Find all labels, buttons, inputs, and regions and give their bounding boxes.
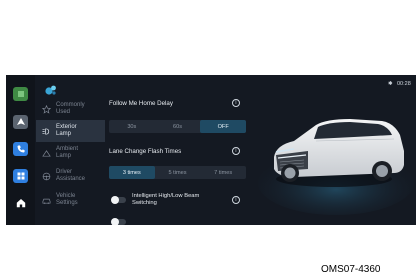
headlamp-icon — [36, 127, 56, 136]
info-icon[interactable]: i — [232, 196, 240, 204]
follow-me-home-selector: 30s 60s OFF — [109, 120, 247, 133]
info-icon[interactable]: i — [232, 147, 240, 155]
sidebar-item-ambient-lamp[interactable]: Ambient Lamp — [36, 142, 105, 164]
apps-grid-icon[interactable] — [13, 169, 28, 183]
sidebar-item-exterior-lamp[interactable]: Exterior Lamp — [36, 120, 105, 142]
phone-icon[interactable] — [13, 142, 28, 156]
steering-wheel-icon — [36, 172, 56, 181]
sidebar-item-commonly-used[interactable]: Commonly Used — [36, 98, 105, 120]
option-30s[interactable]: 30s — [109, 120, 155, 133]
high-low-beam-label: Intelligent High/Low Beam Switching — [132, 193, 200, 206]
sidebar-item-label: Vehicle Settings — [56, 193, 78, 206]
sidebar-item-label: Commonly Used — [56, 102, 85, 115]
vehicle-image — [254, 95, 416, 225]
star-icon — [36, 104, 56, 114]
option-off[interactable]: OFF — [200, 120, 247, 133]
bluetooth-icon: ✱ — [388, 81, 393, 87]
navigation-icon[interactable] — [13, 115, 28, 129]
page: Commonly Used Exterior Lamp Ambient Lamp Dr… — [0, 0, 416, 279]
sidebar-item-label: Driver Assistance — [56, 169, 86, 182]
infotainment-screen: Commonly Used Exterior Lamp Ambient Lamp Dr… — [6, 75, 416, 225]
ambient-light-icon — [36, 149, 56, 158]
sidebar-item-vehicle-settings[interactable]: Vehicle Settings — [36, 189, 105, 211]
clock-time: 00:28 — [397, 81, 411, 87]
lane-change-selector: 3 times 5 times 7 times — [109, 166, 246, 179]
system-dock — [6, 75, 35, 225]
toggle-knob — [111, 218, 119, 225]
toggle-knob — [111, 196, 119, 204]
option-60s[interactable]: 60s — [155, 120, 201, 133]
car-icon — [36, 196, 56, 205]
sidebar-item-label: Exterior Lamp — [56, 124, 77, 137]
next-setting-toggle[interactable] — [111, 218, 126, 225]
option-7-times[interactable]: 7 times — [200, 166, 246, 179]
figure-code: OMS07-4360 — [321, 264, 381, 275]
follow-me-home-title: Follow Me Home Delay — [109, 100, 173, 107]
sidebar-item-driver-assistance[interactable]: Driver Assistance — [36, 165, 105, 187]
option-3-times[interactable]: 3 times — [109, 166, 155, 179]
home-screen-icon[interactable] — [13, 87, 28, 101]
app-logo — [44, 81, 58, 95]
high-low-beam-toggle[interactable] — [111, 196, 126, 204]
lane-change-title: Lane Change Flash Times — [109, 148, 182, 155]
home-icon[interactable] — [13, 196, 28, 210]
info-icon[interactable]: i — [232, 99, 240, 107]
sidebar-item-label: Ambient Lamp — [56, 146, 79, 159]
option-5-times[interactable]: 5 times — [155, 166, 201, 179]
